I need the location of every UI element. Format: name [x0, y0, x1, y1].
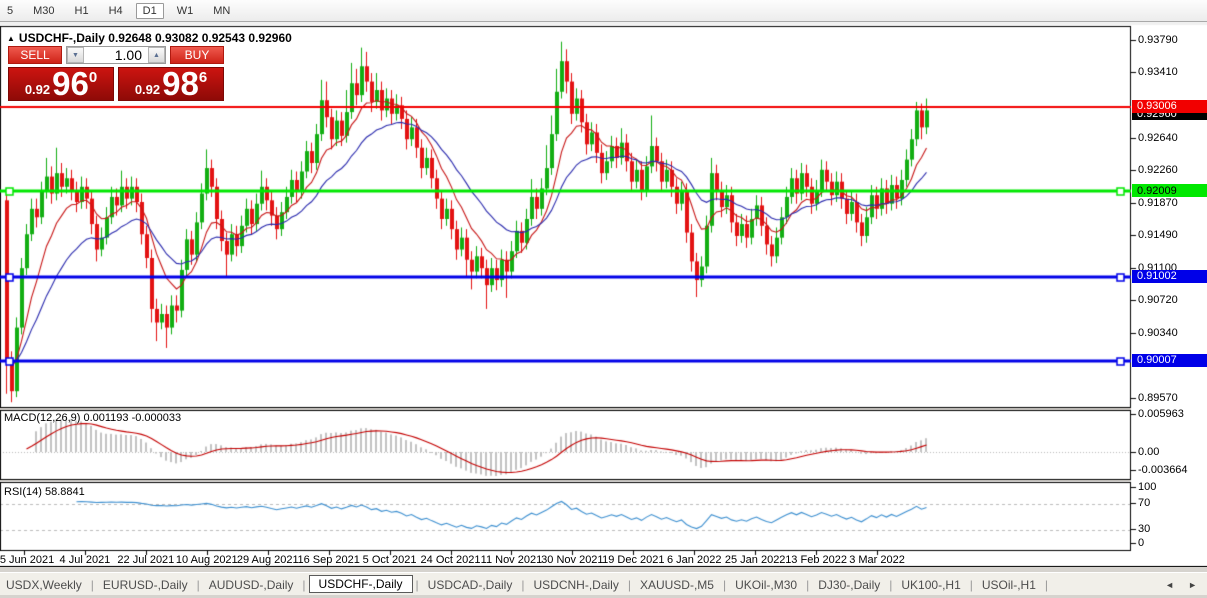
date-axis-label: 29 Aug 2021: [237, 554, 299, 566]
sell-price-pip: 0: [89, 69, 97, 86]
price-tick-label: 0.93790: [1138, 34, 1178, 46]
rsi-axis-label: 100: [1138, 481, 1156, 493]
collapse-triangle-icon[interactable]: ▲: [7, 34, 15, 43]
price-tick-label: 0.92640: [1138, 132, 1178, 144]
tab-scroll-arrows: ◄►: [1165, 580, 1197, 590]
price-marker-0.90007: 0.90007: [1132, 354, 1207, 367]
price-tick-label: 0.92260: [1138, 164, 1178, 176]
tab-dj30-daily[interactable]: DJ30-,Daily: [812, 576, 886, 594]
rsi-axis-label: 0: [1138, 537, 1144, 549]
rsi-axis-label: 70: [1138, 497, 1150, 509]
price-tick-label: 0.90340: [1138, 327, 1178, 339]
rsi-axis-label: 30: [1138, 523, 1150, 535]
buy-price-display[interactable]: 0.92 98 6: [118, 67, 224, 101]
buy-button[interactable]: BUY: [170, 46, 224, 64]
price-marker-0.91002: 0.91002: [1132, 270, 1207, 283]
tab-usdcad-daily[interactable]: USDCAD-,Daily: [422, 576, 519, 594]
date-axis-label: 6 Jan 2022: [667, 554, 721, 566]
tab-separator: |: [91, 578, 94, 592]
volume-spinner: ▼ 1.00 ▲: [66, 46, 166, 64]
price-marker-0.92009: 0.92009: [1132, 184, 1207, 197]
tab-scroll-right-icon[interactable]: ►: [1188, 580, 1197, 590]
tab-usoil-h1[interactable]: USOil-,H1: [976, 576, 1042, 594]
tab-uk100-h1[interactable]: UK100-,H1: [895, 576, 966, 594]
sell-button[interactable]: SELL: [8, 46, 62, 64]
macd-axis-label: -0.003664: [1138, 464, 1188, 476]
tab-usdx-weekly[interactable]: USDX,Weekly: [0, 576, 88, 594]
one-click-trade-panel: SELL ▼ 1.00 ▲ BUY 0.92 96 0 0.92 98 6: [8, 46, 224, 101]
tab-scroll-left-icon[interactable]: ◄: [1165, 580, 1174, 590]
tab-separator: |: [302, 578, 305, 592]
sell-price-display[interactable]: 0.92 96 0: [8, 67, 114, 101]
macd-axis-label: 0.005963: [1138, 408, 1184, 420]
price-tick-label: 0.93410: [1138, 66, 1178, 78]
buy-price-pip: 6: [199, 69, 207, 86]
chart-symbol-label: USDCHF-,Daily: [19, 31, 105, 45]
sell-price-main: 96: [52, 69, 89, 99]
trading-platform-window: 5M30H1H4D1W1MN ▲USDCHF-,Daily 0.92648 0.…: [0, 0, 1207, 598]
buy-price-prefix: 0.92: [135, 82, 160, 97]
tab-separator: |: [723, 578, 726, 592]
macd-axis-label: 0.00: [1138, 446, 1159, 458]
date-axis-label: 11 Nov 2021: [481, 554, 543, 566]
date-axis-label: 5 Oct 2021: [363, 554, 417, 566]
tab-separator: |: [521, 578, 524, 592]
price-marker-0.93006: 0.93006: [1132, 100, 1207, 113]
date-axis-label: 25 Jan 2022: [725, 554, 786, 566]
tab-audusd-daily[interactable]: AUDUSD-,Daily: [203, 576, 300, 594]
tab-usdchf-daily[interactable]: USDCHF-,Daily: [309, 575, 413, 593]
sell-price-prefix: 0.92: [25, 82, 50, 97]
tab-eurusd-daily[interactable]: EURUSD-,Daily: [97, 576, 194, 594]
date-axis-label: 22 Jul 2021: [117, 554, 174, 566]
price-tick-label: 0.91490: [1138, 229, 1178, 241]
chart-ohlc-values: 0.92648 0.93082 0.92543 0.92960: [108, 31, 292, 45]
tab-separator: |: [416, 578, 419, 592]
price-tick-label: 0.89570: [1138, 392, 1178, 404]
chart-tab-bar: USDX,Weekly|EURUSD-,Daily|AUDUSD-,Daily|…: [0, 572, 1207, 596]
tab-usdcnh-daily[interactable]: USDCNH-,Daily: [527, 576, 624, 594]
tab-separator: |: [628, 578, 631, 592]
buy-price-main: 98: [162, 69, 199, 99]
macd-indicator-label: MACD(12,26,9) 0.001193 -0.000033: [4, 412, 181, 424]
tab-separator: |: [806, 578, 809, 592]
tab-separator: |: [1045, 578, 1048, 592]
tab-ukoil-m30[interactable]: UKOil-,M30: [729, 576, 803, 594]
date-axis-label: 24 Oct 2021: [421, 554, 481, 566]
date-axis-label: 13 Feb 2022: [785, 554, 847, 566]
price-tick-label: 0.91870: [1138, 197, 1178, 209]
chart-title: ▲ USDCHF-,Daily 0.92648 0.93082 0.92543 0…: [7, 31, 292, 45]
date-axis-label: 15 Jun 2021: [0, 554, 54, 566]
tab-separator: |: [889, 578, 892, 592]
volume-increase-icon[interactable]: ▲: [148, 47, 165, 63]
date-axis-label: 19 Dec 2021: [602, 554, 664, 566]
date-axis-label: 4 Jul 2021: [60, 554, 111, 566]
date-axis-label: 3 Mar 2022: [849, 554, 905, 566]
tab-separator: |: [970, 578, 973, 592]
date-axis-label: 16 Sep 2021: [297, 554, 359, 566]
price-tick-label: 0.90720: [1138, 294, 1178, 306]
tab-xauusd-m5[interactable]: XAUUSD-,M5: [634, 576, 720, 594]
volume-decrease-icon[interactable]: ▼: [67, 47, 84, 63]
rsi-indicator-label: RSI(14) 58.8841: [4, 486, 85, 498]
date-axis-label: 30 Nov 2021: [541, 554, 603, 566]
volume-input[interactable]: 1.00: [84, 47, 148, 63]
tab-separator: |: [197, 578, 200, 592]
date-axis-label: 10 Aug 2021: [176, 554, 238, 566]
